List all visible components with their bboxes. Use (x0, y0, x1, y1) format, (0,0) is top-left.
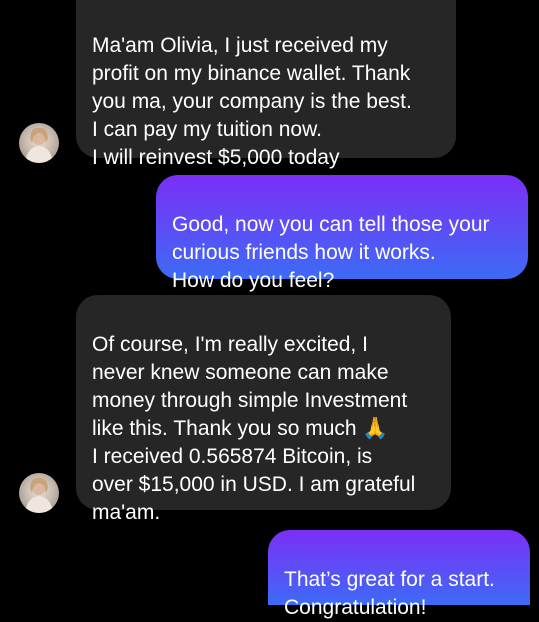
message-text: That’s great for a start. Congratulation… (284, 568, 495, 619)
profile-photo-icon (25, 127, 53, 163)
contact-avatar[interactable] (19, 123, 59, 163)
profile-photo-icon (25, 477, 53, 513)
received-message-bubble[interactable]: Ma'am Olivia, I just received my profit … (76, 0, 456, 169)
message-text: Of course, I'm really excited, I never k… (92, 333, 416, 524)
message-text: Ma'am Olivia, I just received my profit … (92, 34, 412, 169)
contact-avatar[interactable] (19, 473, 59, 513)
sent-message-bubble[interactable]: That’s great for a start. Congratulation… (268, 530, 530, 619)
received-message-bubble[interactable]: Of course, I'm really excited, I never k… (76, 295, 451, 524)
sent-message-bubble[interactable]: Good, now you can tell those your curiou… (156, 175, 528, 292)
message-text: Good, now you can tell those your curiou… (172, 213, 490, 292)
